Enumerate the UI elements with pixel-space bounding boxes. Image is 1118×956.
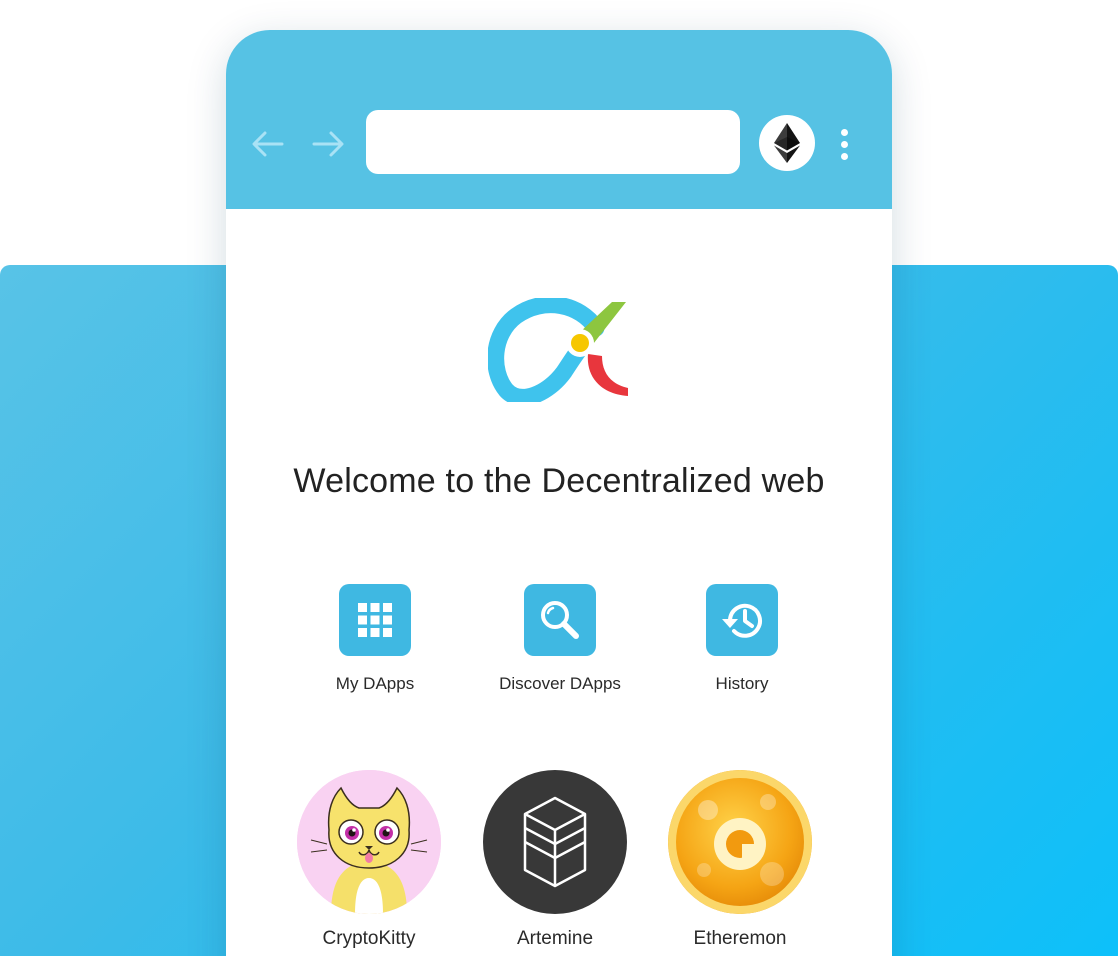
url-input[interactable] bbox=[366, 110, 740, 174]
stage: Welcome to the Decentralized web My DApp… bbox=[0, 0, 1118, 956]
search-icon bbox=[541, 601, 579, 639]
alpha-logo bbox=[488, 298, 628, 402]
wallet-button[interactable] bbox=[759, 115, 815, 171]
menu-dot bbox=[840, 128, 848, 136]
my-dapps-tile bbox=[339, 584, 411, 656]
my-dapps-label: My DApps bbox=[335, 674, 415, 693]
history-button[interactable]: History bbox=[657, 584, 827, 694]
back-button[interactable] bbox=[250, 126, 286, 162]
arrow-right-icon bbox=[312, 131, 344, 157]
discover-dapps-tile bbox=[524, 584, 596, 656]
dapp-artemine[interactable]: Artemine bbox=[470, 770, 640, 950]
ethereum-icon bbox=[774, 123, 800, 163]
artemine-label: Artemine bbox=[516, 928, 594, 949]
cryptokitty-label: CryptoKitty bbox=[322, 928, 416, 949]
menu-dot bbox=[840, 152, 848, 160]
more-menu-button[interactable] bbox=[832, 126, 856, 162]
arrow-left-icon bbox=[252, 131, 284, 157]
menu-dot bbox=[840, 140, 848, 148]
grid-icon bbox=[358, 603, 392, 637]
history-icon bbox=[722, 603, 762, 638]
dapp-etheremon[interactable]: Etheremon bbox=[655, 770, 825, 950]
history-tile bbox=[706, 584, 778, 656]
etheremon-icon bbox=[668, 770, 812, 914]
browser-window: Welcome to the Decentralized web My DApp… bbox=[226, 30, 892, 956]
browser-toolbar bbox=[226, 30, 892, 209]
artemine-icon bbox=[483, 770, 627, 914]
my-dapps-button[interactable]: My DApps bbox=[290, 584, 460, 694]
history-label: History bbox=[715, 674, 769, 693]
welcome-heading: Welcome to the Decentralized web bbox=[293, 462, 825, 500]
discover-dapps-label: Discover DApps bbox=[499, 674, 621, 693]
dapp-cryptokitty[interactable]: CryptoKitty bbox=[284, 770, 454, 950]
forward-button[interactable] bbox=[310, 126, 346, 162]
etheremon-label: Etheremon bbox=[693, 928, 787, 949]
cryptokitty-icon bbox=[297, 770, 441, 914]
discover-dapps-button[interactable]: Discover DApps bbox=[475, 584, 645, 694]
